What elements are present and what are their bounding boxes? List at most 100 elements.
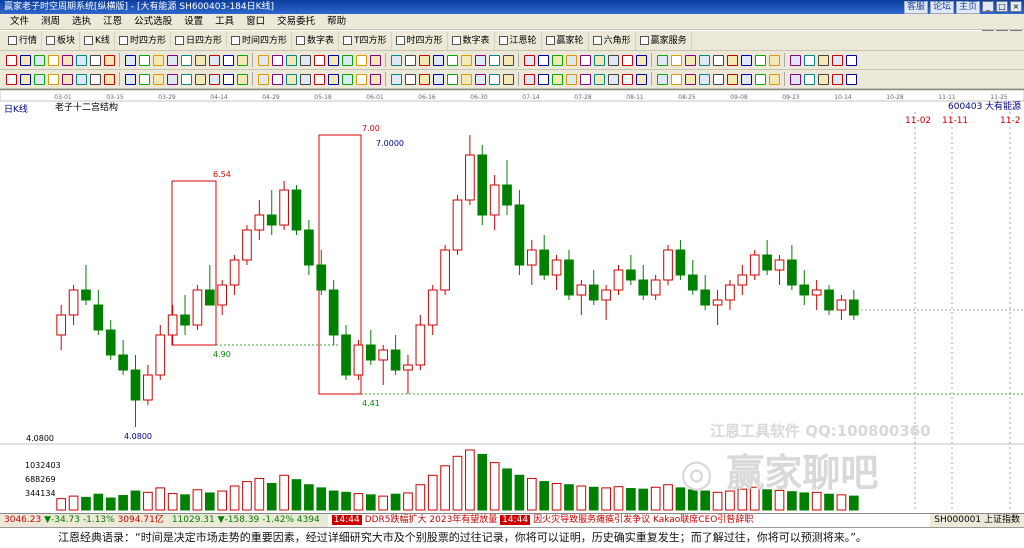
drawing-tool-icon[interactable] <box>285 54 297 66</box>
analysis-tool-icon[interactable] <box>89 73 101 85</box>
analysis-tool-icon[interactable] <box>845 73 857 85</box>
sh-index-ticker[interactable]: 3046.23 ▼-34.73 -1.13% 3094.71亿 <box>0 514 168 527</box>
drawing-tool-icon[interactable] <box>152 54 164 66</box>
toolbar-button-5[interactable]: 时间四方形 <box>227 31 292 50</box>
analysis-tool-icon[interactable] <box>418 73 430 85</box>
analysis-tool-icon[interactable] <box>593 73 605 85</box>
analysis-tool-icon[interactable] <box>404 73 416 85</box>
drawing-tool-icon[interactable] <box>47 54 59 66</box>
drawing-tool-icon[interactable] <box>124 54 136 66</box>
menu-window[interactable]: 窗口 <box>240 14 271 30</box>
toolbar-button-4[interactable]: 日四方形 <box>171 31 227 50</box>
toolbar-button-0[interactable]: 行情 <box>4 31 43 50</box>
toolbar-button-6[interactable]: 数字表 <box>292 31 339 50</box>
drawing-tool-icon[interactable] <box>355 54 367 66</box>
menu-settings[interactable]: 设置 <box>178 14 209 30</box>
drawing-tool-icon[interactable] <box>817 54 829 66</box>
analysis-tool-icon[interactable] <box>61 73 73 85</box>
drawing-tool-icon[interactable] <box>89 54 101 66</box>
analysis-tool-icon[interactable] <box>621 73 633 85</box>
analysis-tool-icon[interactable] <box>537 73 549 85</box>
analysis-tool-icon[interactable] <box>698 73 710 85</box>
drawing-tool-icon[interactable] <box>621 54 633 66</box>
drawing-tool-icon[interactable] <box>19 54 31 66</box>
drawing-tool-icon[interactable] <box>488 54 500 66</box>
analysis-tool-icon[interactable] <box>236 73 248 85</box>
drawing-tool-icon[interactable] <box>845 54 857 66</box>
drawing-tool-icon[interactable] <box>460 54 472 66</box>
sz-index-ticker[interactable]: 11029.31 ▼-158.39 -1.42% 4394 <box>168 514 324 527</box>
drawing-tool-icon[interactable] <box>313 54 325 66</box>
toolbar-button-10[interactable]: 江恩轮 <box>495 31 542 50</box>
menu-gann[interactable]: 江恩 <box>97 14 128 30</box>
analysis-tool-icon[interactable] <box>355 73 367 85</box>
drawing-tool-icon[interactable] <box>103 54 115 66</box>
analysis-tool-icon[interactable] <box>327 73 339 85</box>
analysis-tool-icon[interactable] <box>803 73 815 85</box>
analysis-tool-icon[interactable] <box>299 73 311 85</box>
analysis-tool-icon[interactable] <box>684 73 696 85</box>
drawing-tool-icon[interactable] <box>740 54 752 66</box>
toolbar-button-7[interactable]: T四方形 <box>339 31 392 50</box>
drawing-tool-icon[interactable] <box>33 54 45 66</box>
drawing-tool-icon[interactable] <box>369 54 381 66</box>
menu-trade[interactable]: 交易委托 <box>271 14 321 30</box>
menu-select[interactable]: 选执 <box>66 14 97 30</box>
drawing-tool-icon[interactable] <box>607 54 619 66</box>
analysis-tool-icon[interactable] <box>579 73 591 85</box>
drawing-tool-icon[interactable] <box>593 54 605 66</box>
analysis-tool-icon[interactable] <box>656 73 668 85</box>
toolbar-button-2[interactable]: K线 <box>80 31 115 50</box>
analysis-tool-icon[interactable] <box>768 73 780 85</box>
analysis-tool-icon[interactable] <box>194 73 206 85</box>
analysis-tool-icon[interactable] <box>369 73 381 85</box>
drawing-tool-icon[interactable] <box>75 54 87 66</box>
home-link[interactable]: 主页 <box>955 1 980 14</box>
drawing-tool-icon[interactable] <box>404 54 416 66</box>
toolbar-button-9[interactable]: 数字表 <box>448 31 495 50</box>
drawing-tool-icon[interactable] <box>341 54 353 66</box>
analysis-tool-icon[interactable] <box>152 73 164 85</box>
analysis-tool-icon[interactable] <box>271 73 283 85</box>
analysis-tool-icon[interactable] <box>33 73 45 85</box>
drawing-tool-icon[interactable] <box>551 54 563 66</box>
drawing-tool-icon[interactable] <box>390 54 402 66</box>
analysis-tool-icon[interactable] <box>670 73 682 85</box>
toolbar-button-13[interactable]: 赢家服务 <box>636 31 692 50</box>
drawing-tool-icon[interactable] <box>768 54 780 66</box>
analysis-tool-icon[interactable] <box>740 73 752 85</box>
analysis-tool-icon[interactable] <box>831 73 843 85</box>
drawing-tool-icon[interactable] <box>537 54 549 66</box>
drawing-tool-icon[interactable] <box>257 54 269 66</box>
analysis-tool-icon[interactable] <box>460 73 472 85</box>
drawing-tool-icon[interactable] <box>166 54 178 66</box>
drawing-tool-icon[interactable] <box>831 54 843 66</box>
analysis-tool-icon[interactable] <box>726 73 738 85</box>
toolbar-button-1[interactable]: 板块 <box>42 31 81 50</box>
analysis-tool-icon[interactable] <box>474 73 486 85</box>
analysis-tool-icon[interactable] <box>712 73 724 85</box>
analysis-tool-icon[interactable] <box>313 73 325 85</box>
analysis-tool-icon[interactable] <box>565 73 577 85</box>
drawing-tool-icon[interactable] <box>208 54 220 66</box>
analysis-tool-icon[interactable] <box>607 73 619 85</box>
forum-link[interactable]: 论坛 <box>929 1 954 14</box>
analysis-tool-icon[interactable] <box>635 73 647 85</box>
minimize-button[interactable]: _ <box>982 1 994 12</box>
toolbar-button-3[interactable]: 时四方形 <box>115 31 171 50</box>
drawing-tool-icon[interactable] <box>138 54 150 66</box>
analysis-tool-icon[interactable] <box>19 73 31 85</box>
analysis-tool-icon[interactable] <box>180 73 192 85</box>
analysis-tool-icon[interactable] <box>432 73 444 85</box>
drawing-tool-icon[interactable] <box>670 54 682 66</box>
analysis-tool-icon[interactable] <box>754 73 766 85</box>
menu-cycle[interactable]: 测周 <box>35 14 66 30</box>
analysis-tool-icon[interactable] <box>124 73 136 85</box>
drawing-tool-icon[interactable] <box>180 54 192 66</box>
toolbar-button-8[interactable]: 时四方形 <box>392 31 448 50</box>
drawing-tool-icon[interactable] <box>446 54 458 66</box>
analysis-tool-icon[interactable] <box>257 73 269 85</box>
analysis-tool-icon[interactable] <box>222 73 234 85</box>
analysis-tool-icon[interactable] <box>502 73 514 85</box>
drawing-tool-icon[interactable] <box>698 54 710 66</box>
